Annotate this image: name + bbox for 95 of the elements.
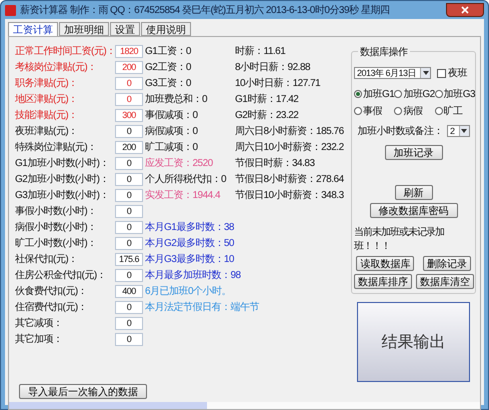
status-message: 当前未加班或未记录加班！！！ — [354, 226, 445, 253]
field-label: 考核岗位津贴(元)： — [14, 60, 98, 74]
hours-label: 加班小时数或备注： — [357, 124, 443, 138]
month-info-text: 本月最多加班时数：98 — [145, 268, 241, 282]
rate-text: 8小时日薪：92.88 — [235, 60, 310, 74]
database-button[interactable]: 删除记录 — [422, 256, 471, 271]
input-field[interactable]: 0 — [115, 156, 143, 170]
field-label: 住宿费代扣(元)： — [14, 300, 88, 314]
month-info-text: 本月G2最多时数：50 — [145, 236, 234, 250]
result-text: G3工资：0 — [145, 77, 191, 90]
database-button[interactable]: 数据库排序 — [354, 274, 412, 289]
input-field[interactable]: 0 — [115, 92, 143, 106]
radio-option[interactable]: 病假 — [394, 104, 435, 118]
tab[interactable]: 使用说明 — [141, 22, 191, 36]
result-text: 事假减项：0 — [145, 108, 198, 122]
field-label: 夜班津贴(元)： — [14, 124, 79, 138]
month-info-text: 本月法定节假日有：端午节 — [145, 300, 259, 314]
result-text: 个人所得税代扣：0 — [145, 172, 226, 186]
input-field[interactable]: 200 — [115, 140, 143, 154]
field-label: 正常工作时间工资(元)： — [14, 44, 115, 58]
record-button[interactable]: 加班记录 — [384, 145, 442, 160]
import-button[interactable]: 导入最后一次输入的数据 — [19, 384, 147, 398]
caret-icon — [422, 71, 429, 75]
rate-text: 周六日10小时薪资：232.2 — [235, 140, 344, 154]
field-label: 旷工小时数(小时)： — [14, 236, 98, 250]
tab[interactable]: 设置 — [110, 22, 140, 36]
change-password-button[interactable]: 修改数据库密码 — [370, 203, 458, 218]
database-button[interactable]: 数据库清空 — [416, 274, 474, 289]
rate-text: 节假日8小时薪资：278.64 — [235, 172, 344, 186]
input-field[interactable]: 0 — [115, 268, 143, 282]
rate-text: 节假日10小时薪资：348.3 — [235, 188, 344, 202]
field-label: 伙食费代扣(元)： — [14, 284, 88, 298]
input-field[interactable]: 0 — [115, 76, 143, 90]
field-label: 其它加项： — [14, 332, 64, 346]
refresh-button[interactable]: 刷新 — [394, 185, 432, 200]
field-label: 特殊岗位津贴(元)： — [14, 140, 98, 154]
input-field[interactable]: 1820 — [115, 44, 143, 58]
rate-text: 10小时日薪：127.71 — [235, 76, 320, 90]
result-text: 加班费总和：0 — [145, 92, 208, 106]
hours-select[interactable]: 2 — [446, 125, 470, 137]
radio-option[interactable]: 事假 — [354, 104, 394, 118]
input-field[interactable]: 0 — [115, 204, 143, 218]
month-info-text: 本月G3最多时数：10 — [145, 252, 234, 266]
field-label: G2加班小时数(小时)： — [14, 172, 110, 186]
month-info-text: 6月已加班0个小时。 — [145, 284, 232, 298]
app-icon — [5, 4, 16, 16]
tab[interactable]: 加班明细 — [59, 22, 109, 36]
result-text: 旷工减项：0 — [145, 140, 198, 154]
result-text: 实发工资：1944.4 — [145, 188, 220, 202]
result-text: G1工资：0 — [145, 45, 191, 58]
input-field[interactable]: 0 — [115, 236, 143, 250]
input-field[interactable]: 0 — [115, 316, 143, 330]
field-label: 职务津贴(元)： — [14, 76, 79, 90]
radio-option[interactable]: 加班G3 — [434, 87, 476, 101]
result-text: 应发工资：2520 — [145, 156, 213, 170]
tab[interactable]: 工资计算 — [8, 22, 58, 36]
field-label: 其它减项： — [14, 316, 64, 330]
field-label: 地区津贴(元)： — [14, 92, 79, 106]
rate-text: 周六日8小时薪资：185.76 — [235, 124, 344, 138]
input-field[interactable]: 0 — [115, 300, 143, 314]
input-field[interactable]: 0 — [115, 124, 143, 138]
close-button[interactable] — [446, 3, 484, 17]
field-label: 病假小时数(小时)： — [14, 220, 98, 234]
date-picker[interactable]: 2013年 6月13日 — [354, 67, 432, 79]
database-button[interactable]: 读取数据库 — [356, 256, 414, 271]
radio-option[interactable]: 旷工 — [434, 104, 476, 118]
rate-text: G1时薪：17.42 — [235, 92, 298, 106]
field-label: G1加班小时数(小时)： — [14, 156, 110, 170]
output-button[interactable]: 结果输出 — [357, 302, 470, 382]
input-field[interactable]: 400 — [115, 284, 143, 298]
input-field[interactable]: 175.6 — [115, 252, 143, 266]
field-label: G3加班小时数(小时)： — [14, 188, 110, 202]
month-info-text: 本月G1最多时数：38 — [145, 220, 234, 234]
input-field[interactable]: 0 — [115, 220, 143, 234]
close-icon — [461, 6, 469, 14]
field-label: 社保代扣(元)： — [14, 252, 79, 266]
rate-text: 节假日时薪：34.83 — [235, 156, 315, 170]
window-title: 薪资计算器 制作：雨 QQ：674525854 癸巳年(蛇)五月初六 2013-6-13-0时0分39秒 星期四 — [20, 4, 390, 17]
field-label: 事假小时数(小时)： — [14, 204, 98, 218]
rate-text: 时薪：11.61 — [235, 44, 286, 58]
group-title: 数据库操作 — [358, 45, 410, 59]
result-text: 病假减项：0 — [145, 124, 198, 138]
result-text: G2工资：0 — [145, 61, 191, 74]
input-field[interactable]: 0 — [115, 188, 143, 202]
input-field[interactable]: 0 — [115, 332, 143, 346]
field-label: 技能津贴(元)： — [14, 108, 79, 122]
rate-text: G2时薪：23.22 — [235, 108, 298, 122]
input-field[interactable]: 300 — [115, 108, 143, 122]
radio-option[interactable]: 加班G2 — [394, 87, 435, 101]
input-field[interactable]: 200 — [115, 60, 143, 74]
caret-icon — [461, 129, 467, 133]
night-shift-checkbox[interactable]: 夜班 — [437, 66, 468, 80]
radio-option[interactable]: 加班G1 — [354, 87, 394, 101]
field-label: 住房公积金代扣(元)： — [14, 268, 108, 282]
input-field[interactable]: 0 — [115, 172, 143, 186]
